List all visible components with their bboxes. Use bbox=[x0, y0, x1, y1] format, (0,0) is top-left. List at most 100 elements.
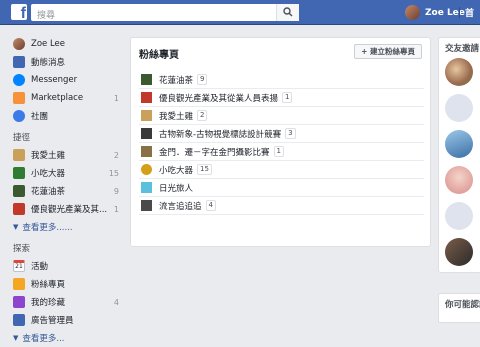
bar-chart-icon bbox=[13, 314, 25, 326]
pages-panel: 粉絲專頁 + 建立粉絲專頁 花蓮油茶 9 優良觀光產業及其從業人員表揚 1 我愛… bbox=[130, 37, 431, 247]
page-name: 我愛土雞 bbox=[159, 111, 194, 122]
list-item[interactable]: 優良觀光產業及其從業人員表揚 1 bbox=[139, 89, 424, 107]
page-name: 優良觀光產業及其從業人員表揚 bbox=[159, 93, 279, 104]
explore-heading: 探索 bbox=[13, 244, 31, 254]
flag-icon bbox=[13, 278, 25, 290]
shortcuts-heading: 捷徑 bbox=[13, 133, 31, 143]
see-more-link[interactable]: ▼ 查看更多...... bbox=[13, 218, 123, 236]
sidebar-item-label: 社團 bbox=[31, 112, 49, 122]
sidebar-item-ads-manager[interactable]: 廣告管理員 bbox=[13, 311, 123, 329]
page-name: 流言追追追 bbox=[159, 201, 202, 212]
notification-badge: 15 bbox=[197, 164, 212, 175]
sidebar-item-count: 15 bbox=[108, 168, 119, 178]
sidebar-item-label: Marketplace bbox=[31, 93, 84, 103]
top-navigation-bar: f 搜尋 Zoe Lee 首 bbox=[0, 0, 480, 25]
sidebar-item-shortcut[interactable]: 花蓮油茶 9 bbox=[13, 182, 123, 200]
sidebar-item-shortcut[interactable]: 小吃大器 15 bbox=[13, 164, 123, 182]
search-input[interactable]: 搜尋 bbox=[31, 4, 299, 21]
sidebar-item-label: Zoe Lee bbox=[31, 39, 65, 49]
sidebar-item-label: 粉絲專頁 bbox=[31, 280, 66, 290]
search-placeholder: 搜尋 bbox=[37, 11, 56, 21]
home-link[interactable]: 首 bbox=[465, 6, 474, 19]
notification-badge: 4 bbox=[205, 200, 216, 211]
list-item[interactable]: 流言追追追 4 bbox=[139, 197, 424, 215]
notification-badge: 1 bbox=[282, 92, 293, 103]
see-more-label: 查看更多... bbox=[22, 334, 65, 344]
sidebar-item-count: 4 bbox=[113, 297, 119, 307]
page-thumbnail-icon bbox=[13, 203, 25, 215]
search-icon bbox=[283, 7, 293, 17]
sidebar-item-profile[interactable]: Zoe Lee bbox=[13, 35, 123, 53]
sidebar-item-groups[interactable]: 社團 bbox=[13, 107, 123, 125]
list-item[interactable]: 我愛土雞 2 bbox=[139, 107, 424, 125]
page-thumbnail-icon bbox=[141, 110, 152, 121]
sidebar-item-count: 1 bbox=[113, 204, 119, 214]
see-more-link[interactable]: ▼ 查看更多... bbox=[13, 329, 123, 347]
divider bbox=[459, 7, 460, 18]
sidebar-item-label: 小吃大器 bbox=[31, 169, 66, 179]
notification-badge: 2 bbox=[197, 110, 208, 121]
sidebar-item-marketplace[interactable]: Marketplace 1 bbox=[13, 89, 123, 107]
avatar bbox=[13, 38, 25, 50]
avatar[interactable] bbox=[445, 130, 473, 158]
avatar bbox=[405, 5, 420, 20]
page-name: 金門．遷－字在金門攝影比賽 bbox=[159, 147, 270, 158]
notification-badge: 9 bbox=[197, 74, 208, 85]
page-thumbnail-icon bbox=[141, 146, 152, 157]
page-thumbnail-icon bbox=[141, 200, 152, 211]
notification-badge: 1 bbox=[273, 146, 284, 157]
list-item[interactable]: 小吃大器 15 bbox=[139, 161, 424, 179]
sidebar-item-shortcut[interactable]: 我愛土雞 2 bbox=[13, 146, 123, 164]
list-item[interactable]: 日光旅人 bbox=[139, 179, 424, 197]
page-thumbnail-icon bbox=[141, 92, 152, 103]
page-thumbnail-icon bbox=[13, 185, 25, 197]
page-thumbnail-icon bbox=[13, 149, 25, 161]
left-sidebar: Zoe Lee 動態消息 Messenger Marketplace 1 社團 … bbox=[13, 35, 123, 347]
sidebar-item-label: 優良觀光產業及其... bbox=[31, 205, 108, 215]
messenger-icon bbox=[13, 74, 25, 86]
avatar[interactable] bbox=[445, 94, 473, 122]
bookmark-icon bbox=[13, 296, 25, 308]
sidebar-item-label: 我愛土雞 bbox=[31, 151, 66, 161]
news-feed-icon bbox=[13, 56, 25, 68]
search-button[interactable] bbox=[276, 4, 299, 21]
notification-badge: 3 bbox=[285, 128, 296, 139]
avatar[interactable] bbox=[445, 166, 473, 194]
page-thumbnail-icon bbox=[13, 167, 25, 179]
groups-icon bbox=[13, 110, 25, 122]
sidebar-item-label: 動態消息 bbox=[31, 58, 66, 68]
create-page-button[interactable]: + 建立粉絲專頁 bbox=[354, 44, 422, 59]
sidebar-item-news-feed[interactable]: 動態消息 bbox=[13, 53, 123, 71]
sidebar-item-messenger[interactable]: Messenger bbox=[13, 71, 123, 89]
page-name: 花蓮油茶 bbox=[159, 75, 194, 86]
avatar[interactable] bbox=[445, 238, 473, 266]
panel-title: 你可能認識 bbox=[445, 300, 480, 310]
page-name: 小吃大器 bbox=[159, 165, 194, 176]
page-name: 古物新象-古物視覺標誌設計競賽 bbox=[159, 129, 282, 140]
profile-link[interactable]: Zoe Lee bbox=[405, 5, 465, 20]
sidebar-item-events[interactable]: 21 活動 bbox=[13, 257, 123, 275]
sidebar-item-label: 廣告管理員 bbox=[31, 316, 74, 326]
list-item[interactable]: 花蓮油茶 9 bbox=[139, 71, 424, 89]
sidebar-item-label: 我的珍藏 bbox=[31, 298, 66, 308]
facebook-logo-icon[interactable]: f bbox=[11, 4, 27, 22]
avatar[interactable] bbox=[445, 58, 473, 86]
marketplace-icon bbox=[13, 92, 25, 104]
page-thumbnail-icon bbox=[141, 128, 152, 139]
sidebar-item-pages[interactable]: 粉絲專頁 bbox=[13, 275, 123, 293]
chevron-down-icon: ▼ bbox=[13, 223, 19, 231]
sidebar-item-count: 9 bbox=[113, 186, 119, 196]
people-you-may-know-panel: 你可能認識 bbox=[438, 293, 480, 323]
panel-title: 交友邀請 bbox=[445, 44, 480, 54]
page-name: 日光旅人 bbox=[159, 183, 194, 194]
sidebar-item-saved[interactable]: 我的珍藏 4 bbox=[13, 293, 123, 311]
avatar[interactable] bbox=[445, 202, 473, 230]
calendar-icon: 21 bbox=[13, 260, 25, 272]
list-item[interactable]: 古物新象-古物視覺標誌設計競賽 3 bbox=[139, 125, 424, 143]
page-thumbnail-icon bbox=[141, 74, 152, 85]
panel-title: 粉絲專頁 bbox=[139, 50, 179, 61]
page-thumbnail-icon bbox=[141, 182, 152, 193]
list-item[interactable]: 金門．遷－字在金門攝影比賽 1 bbox=[139, 143, 424, 161]
sidebar-item-shortcut[interactable]: 優良觀光產業及其... 1 bbox=[13, 200, 123, 218]
see-more-label: 查看更多...... bbox=[22, 223, 73, 233]
